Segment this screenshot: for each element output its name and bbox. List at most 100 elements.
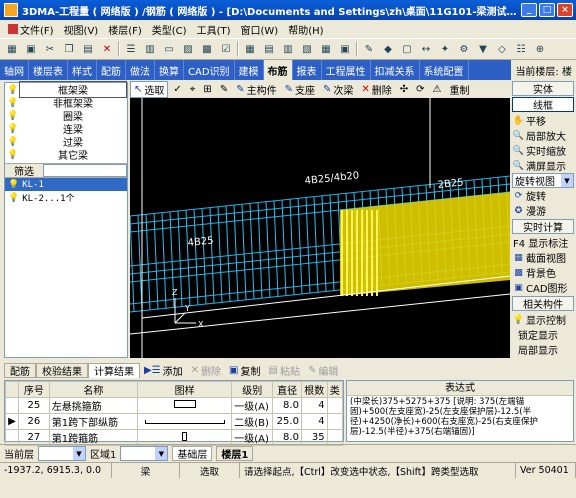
zoom-window-button[interactable]: 🔍 局部放大 <box>512 128 574 144</box>
maximize-button[interactable]: □ <box>539 3 555 17</box>
cell-diameter[interactable]: 25.0 <box>272 413 302 430</box>
cad-graphics-button[interactable]: ▣ CAD图形 <box>512 280 574 296</box>
module-tab-system[interactable]: 系统配置 <box>420 60 469 80</box>
lock-display-button[interactable]: 锁定显示 <box>512 327 574 342</box>
frame-icon[interactable]: ▢ <box>399 41 415 57</box>
paste-icon[interactable]: ▤ <box>80 41 96 57</box>
module-tab-method[interactable]: 做法 <box>126 60 155 80</box>
cut-icon[interactable]: ✂ <box>42 41 58 57</box>
menu-window[interactable]: 窗口(W) <box>237 22 283 37</box>
section-view-button[interactable]: ▦ 截面视图 <box>512 250 574 266</box>
fit-screen-button[interactable]: 🔍 满屏显示 <box>512 158 574 174</box>
component-item-kl1[interactable]: 💡 KL-1 <box>5 178 127 191</box>
show-labels-button[interactable]: F4 显示标注 <box>512 235 574 250</box>
model-canvas[interactable]: 4B25/4b20 2B25 4B25 Z X Y <box>130 98 510 358</box>
menu-tools[interactable]: 工具(T) <box>193 22 235 37</box>
tab-rebar-config[interactable]: 配筋 <box>4 362 36 378</box>
current-layer-select[interactable]: ▼ <box>38 446 86 461</box>
delete-icon[interactable]: ✕ <box>99 41 115 57</box>
module-tab-axis[interactable]: 轴网 <box>0 60 29 80</box>
module-tab-floors[interactable]: 楼层表 <box>29 60 68 80</box>
module-tab-cad[interactable]: CAD识别 <box>184 60 235 80</box>
tool-icon[interactable]: ✦ <box>437 41 453 57</box>
report-icon[interactable]: ▤ <box>261 41 277 57</box>
related-components-button[interactable]: 相关构件 <box>512 296 574 311</box>
rotate-tool[interactable]: ⟳ <box>413 84 427 95</box>
export-icon[interactable]: ▣ <box>337 41 353 57</box>
brush-icon[interactable]: ✎ <box>361 41 377 57</box>
module-tab-project[interactable]: 工程属性 <box>322 60 371 80</box>
realtime-calc-button[interactable]: 实时计算 <box>512 219 574 234</box>
image-icon[interactable]: ▩ <box>199 41 215 57</box>
rotate-view-select[interactable]: 旋转视图 ▼ <box>512 173 574 188</box>
cell-count[interactable]: 4 <box>300 397 328 414</box>
calc-icon[interactable]: ▦ <box>242 41 258 57</box>
tab-check-results[interactable]: 校验结果 <box>36 362 88 378</box>
floor-tab-foundation[interactable]: 基础层 <box>172 446 213 461</box>
confirm-tool[interactable]: ✓ <box>170 84 184 95</box>
cell-count[interactable]: 4 <box>300 413 328 430</box>
cell-grade[interactable]: 一级(A) <box>231 397 274 414</box>
draw-tool[interactable]: ✎ <box>217 84 231 95</box>
chart-icon[interactable]: ▨ <box>180 41 196 57</box>
edit-button[interactable]: ✎ 编辑 <box>304 363 342 378</box>
menu-type[interactable]: 类型(C) <box>148 22 191 37</box>
table-row[interactable]: 25 左悬挑箍筋 一级(A) 8.0 4 <box>4 397 344 414</box>
floor-tab-floor1[interactable]: 楼层1 <box>216 446 254 461</box>
list-icon[interactable]: ☰ <box>123 41 139 57</box>
measure-icon[interactable]: ↔ <box>418 41 434 57</box>
floor-icon[interactable]: ▧ <box>299 41 315 57</box>
module-tab-rebar-config[interactable]: 配筋 <box>97 60 126 80</box>
close-button[interactable]: × <box>557 3 573 17</box>
tab-calc-results[interactable]: 计算结果 <box>88 362 140 378</box>
layer-icon[interactable]: ☷ <box>513 41 529 57</box>
menu-floor[interactable]: 楼层(F) <box>104 22 146 37</box>
rotate-button[interactable]: ⟳ 旋转 <box>512 188 574 204</box>
settings-icon[interactable]: ⚙ <box>456 41 472 57</box>
support-tool[interactable]: ✎ 支座 <box>282 82 318 97</box>
module-tab-style[interactable]: 样式 <box>68 60 97 80</box>
menu-file[interactable]: 文件(F) <box>4 22 58 37</box>
cell-grade[interactable]: 二级(B) <box>231 413 274 430</box>
wireframe-mode-button[interactable]: 线框 <box>512 97 574 112</box>
minimize-button[interactable]: _ <box>521 3 537 17</box>
filter-input[interactable] <box>43 164 127 177</box>
move-tool[interactable]: ✣ <box>397 84 411 95</box>
component-item-kl2[interactable]: 💡 KL-2...1个 <box>5 191 127 205</box>
roam-button[interactable]: ✪ 漫游 <box>512 203 574 219</box>
zoom-icon[interactable]: ⊕ <box>532 41 548 57</box>
module-tab-model[interactable]: 建模 <box>235 60 264 80</box>
cell-diameter[interactable]: 8.0 <box>272 397 302 414</box>
select-tool[interactable]: ↖ 选取 <box>130 80 169 98</box>
save-icon[interactable]: ▣ <box>23 41 39 57</box>
pan-button[interactable]: ✋ 平移 <box>512 113 574 129</box>
tree-item-other-beam[interactable]: 💡 其它梁 <box>5 148 127 163</box>
menu-view[interactable]: 视图(V) <box>60 22 103 37</box>
tile-icon[interactable]: ▦ <box>318 41 334 57</box>
grid-tool[interactable]: ⊞ <box>200 84 214 95</box>
mirror-tool[interactable]: ⚠ <box>430 84 445 95</box>
local-display-button[interactable]: 局部显示 <box>512 342 574 357</box>
copy-icon[interactable]: ❐ <box>61 41 77 57</box>
delete-tool[interactable]: ✕ 删除 <box>358 82 394 97</box>
table-icon[interactable]: ▥ <box>142 41 158 57</box>
background-color-button[interactable]: ▩ 背景色 <box>512 265 574 281</box>
filter-icon[interactable]: ▼ <box>475 41 491 57</box>
copy-button[interactable]: ▣ 复制 <box>225 363 264 378</box>
solid-mode-button[interactable]: 实体 <box>512 81 574 96</box>
table-row[interactable]: ▶ 26 第1跨下部纵筋 二级(B) 25.0 4 <box>4 413 344 430</box>
module-tab-rebar[interactable]: 布筋 <box>263 60 293 80</box>
check-icon[interactable]: ☑ <box>218 41 234 57</box>
grid-icon[interactable]: ▦ <box>4 41 20 57</box>
pick-tool[interactable]: ⌖ <box>187 84 199 95</box>
cell-name[interactable]: 第1跨下部纵筋 <box>48 413 138 430</box>
menu-help[interactable]: 帮助(H) <box>284 22 327 37</box>
shape-icon[interactable]: ◆ <box>380 41 396 57</box>
redo-tool[interactable]: 重制 <box>447 82 473 97</box>
layout-icon[interactable]: ▥ <box>280 41 296 57</box>
paste-button[interactable]: ▤ 粘贴 <box>265 363 304 378</box>
main-component-tool[interactable]: ✎ 主构件 <box>233 82 279 97</box>
module-tab-conversion[interactable]: 换算 <box>155 60 184 80</box>
window-icon[interactable]: ▭ <box>161 41 177 57</box>
secondary-beam-tool[interactable]: ✎ 次梁 <box>320 82 356 97</box>
